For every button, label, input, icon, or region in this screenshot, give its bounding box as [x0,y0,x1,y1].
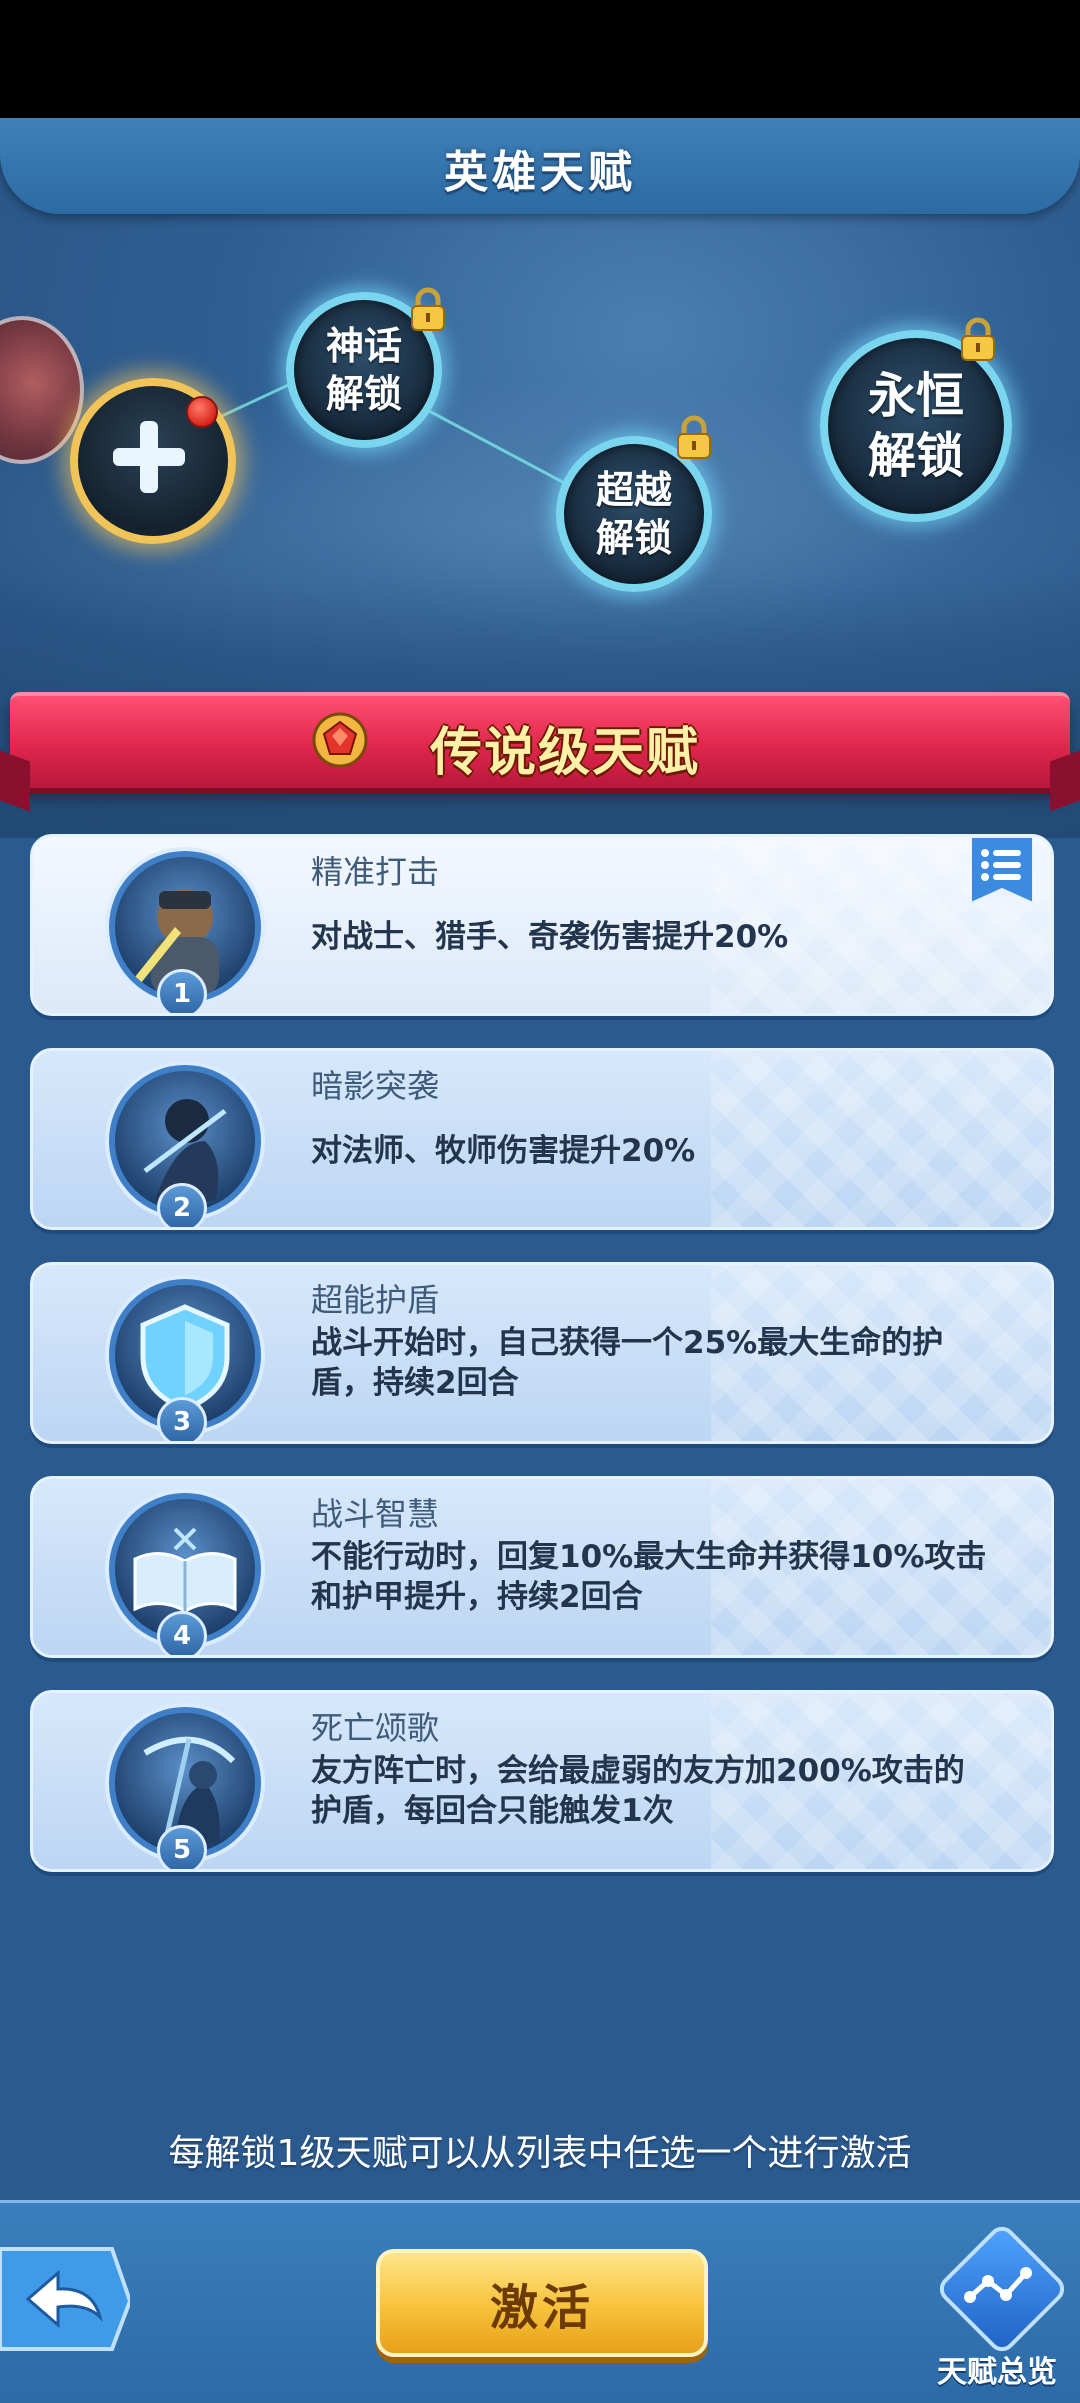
talent-card[interactable]: 4 战斗智慧 不能行动时，回复10%最大生命并获得10%攻击和护甲提升，持续2回… [30,1476,1054,1658]
talent-name: 精准打击 [311,853,440,891]
bottom-bar: 激活 天赋总览 [0,2200,1080,2403]
title-bar: 英雄天赋 [0,118,1080,214]
talent-card[interactable]: 5 死亡颂歌 友方阵亡时，会给最虚弱的友方加200%攻击的护盾，每回合只能触发1… [30,1690,1054,1872]
graph-icon [964,2267,1032,2303]
talent-desc: 友方阵亡时，会给最虚弱的友方加200%攻击的护盾，每回合只能触发1次 [311,1753,965,1829]
legendary-gem-icon [312,712,368,768]
talent-desc: 对法师、牧师伤害提升20% [311,1133,696,1169]
node-label: 永恒 解锁 [867,368,964,484]
talent-overview-button[interactable]: 天赋总览 [932,2221,1070,2391]
talent-level-badge: 3 [157,1397,207,1441]
talent-desc: 战斗开始时，自己获得一个25%最大生命的护盾，持续2回合 [311,1325,944,1401]
notification-dot [186,396,218,428]
back-button[interactable] [0,2241,130,2357]
talent-level-badge: 1 [157,969,207,1013]
section-title: 传说级天赋 [430,723,701,783]
overview-label: 天赋总览 [937,2355,1057,2390]
talent-desc: 对战士、猎手、奇袭伤害提升20% [311,919,789,955]
node-label: 超越 解锁 [595,468,672,560]
status-bar [0,0,1080,118]
talent-level-badge: 4 [157,1611,207,1655]
talent-name: 超能护盾 [311,1281,440,1319]
details-list-icon[interactable] [971,837,1033,903]
talent-name: 战斗智慧 [311,1495,440,1533]
talent-card[interactable]: 1 精准打击 对战士、猎手、奇袭伤害提升20% [30,834,1054,1016]
lock-icon [408,286,448,332]
lock-icon [958,316,998,362]
unlock-hint: 每解锁1级天赋可以从列表中任选一个进行激活 [168,2133,912,2174]
talent-desc: 不能行动时，回复10%最大生命并获得10%攻击和护甲提升，持续2回合 [311,1539,987,1615]
lock-icon [674,414,714,460]
section-banner: 传说级天赋 [0,692,1080,812]
talent-card[interactable]: 3 超能护盾 战斗开始时，自己获得一个25%最大生命的护盾，持续2回合 [30,1262,1054,1444]
talent-name: 暗影突袭 [311,1067,440,1105]
talent-card[interactable]: 2 暗影突袭 对法师、牧师伤害提升20% [30,1048,1054,1230]
talent-list: 1 精准打击 对战士、猎手、奇袭伤害提升20% 2 暗影突袭 对法师、牧师伤害提… [30,834,1054,1904]
page-title: 英雄天赋 [444,147,636,198]
talent-level-badge: 5 [157,1825,207,1869]
activate-button[interactable]: 激活 [376,2249,708,2357]
talent-name: 死亡颂歌 [311,1709,440,1747]
talent-level-badge: 2 [157,1183,207,1227]
node-label: 神话 解锁 [325,324,402,416]
